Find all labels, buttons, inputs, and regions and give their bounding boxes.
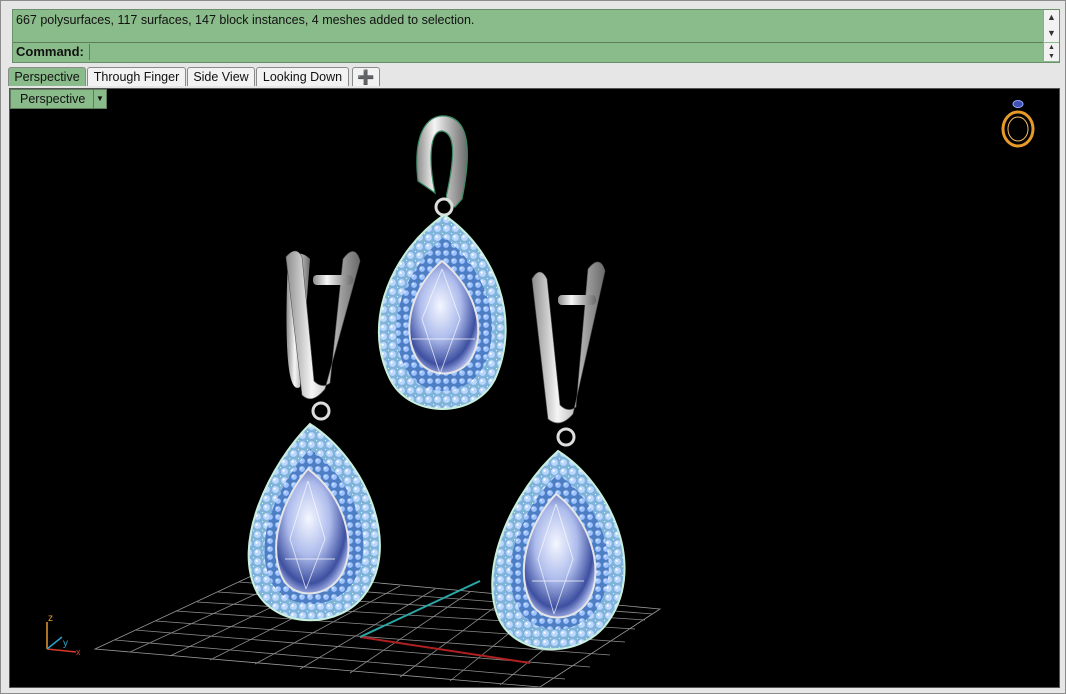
rhino-window: 667 polysurfaces, 117 surfaces, 147 bloc… [0, 0, 1066, 694]
tab-perspective[interactable]: Perspective [8, 67, 86, 86]
command-spinner[interactable]: ▲ ▼ [1043, 43, 1059, 61]
tab-side-view[interactable]: Side View [187, 67, 255, 86]
command-input[interactable] [89, 44, 1044, 60]
axis-z-label: z [48, 613, 53, 624]
command-line: Command: [13, 43, 1044, 61]
viewport-menu-dropdown-icon[interactable]: ▼ [93, 89, 107, 109]
scroll-up-icon[interactable]: ▲ [1044, 10, 1059, 25]
left-earring[interactable] [247, 250, 381, 622]
right-earring[interactable] [491, 261, 626, 651]
command-history-text: 667 polysurfaces, 117 surfaces, 147 bloc… [16, 13, 475, 27]
viewport-scene: z y x [46, 100, 1035, 687]
scroll-down-icon[interactable]: ▼ [1044, 26, 1059, 41]
y-axis-line [359, 580, 481, 638]
tab-looking-down[interactable]: Looking Down [256, 67, 349, 86]
command-area: 667 polysurfaces, 117 surfaces, 147 bloc… [12, 9, 1060, 63]
viewport-title-label[interactable]: Perspective [10, 89, 96, 109]
ring-icon[interactable] [1001, 100, 1035, 148]
axis-indicator: z y x [46, 613, 81, 657]
pendant[interactable] [377, 115, 507, 410]
spin-down-icon[interactable]: ▼ [1044, 52, 1059, 61]
command-history: 667 polysurfaces, 117 surfaces, 147 bloc… [13, 10, 1043, 43]
viewport-perspective[interactable]: z y x Perspective ▼ [9, 88, 1060, 688]
spin-up-icon[interactable]: ▲ [1044, 43, 1059, 52]
add-tab-icon[interactable]: ➕ [352, 67, 380, 86]
history-scrollbar[interactable]: ▲ ▼ [1043, 10, 1059, 42]
command-prompt-label: Command: [16, 44, 84, 59]
tab-through-finger[interactable]: Through Finger [87, 67, 186, 86]
axis-x-label: x [76, 647, 81, 657]
axis-y-label: y [63, 638, 68, 649]
